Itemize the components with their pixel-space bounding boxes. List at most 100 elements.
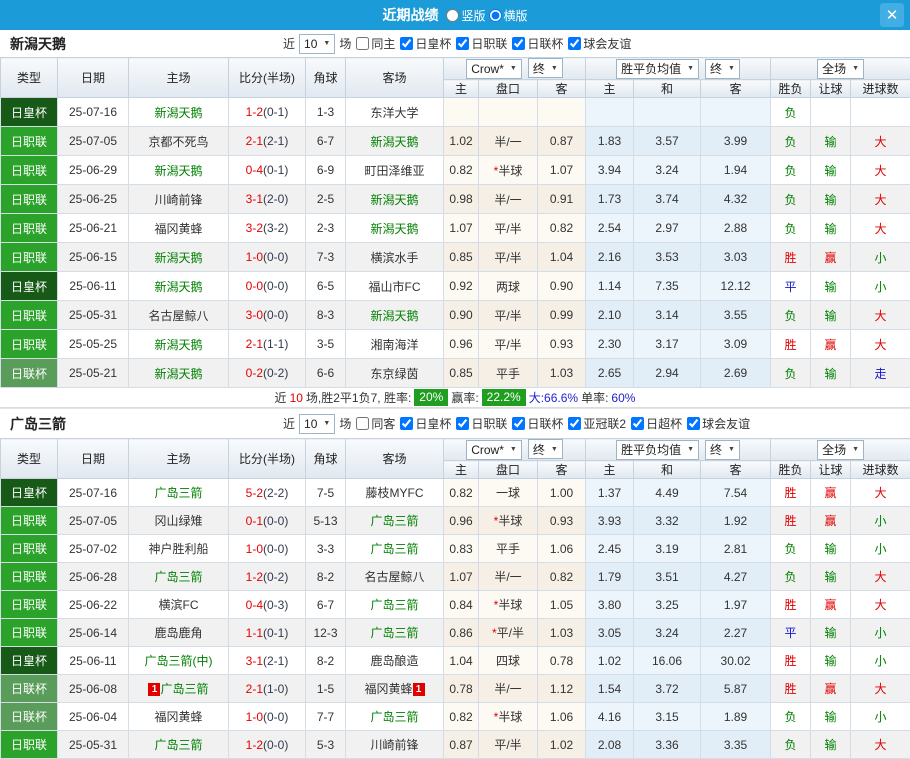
- result-wdl: 胜: [771, 243, 811, 272]
- league-filter-option[interactable]: 球会友谊: [567, 35, 631, 52]
- summary-count: 10: [290, 391, 303, 405]
- mean-home: 4.16: [586, 703, 634, 731]
- halftime-score: (0-0): [263, 250, 288, 264]
- fulltime-group: 全场: [771, 58, 910, 80]
- league-filter-option[interactable]: 日联杯: [511, 415, 563, 432]
- odds-handicap: 一球: [479, 479, 538, 507]
- fulltime-score: 1-2: [246, 105, 263, 119]
- mean-draw: 3.24: [634, 156, 701, 185]
- league-filter-option[interactable]: 球会友谊: [686, 415, 750, 432]
- league-filter-option[interactable]: 日联杯: [511, 35, 563, 52]
- league-filter-option[interactable]: 日皇杯: [399, 415, 451, 432]
- sub-odds-away: 客: [538, 461, 586, 479]
- fulltime-select[interactable]: 全场: [817, 59, 864, 79]
- league-filter-checkbox[interactable]: [631, 417, 644, 430]
- odds-away: 0.99: [538, 301, 586, 330]
- handicap-label: 平/半: [497, 626, 524, 640]
- mean-final-select[interactable]: 终: [705, 59, 740, 79]
- match-score: 0-0(0-0): [229, 272, 306, 301]
- odds-home: 0.90: [444, 301, 479, 330]
- col-corner: 角球: [306, 58, 346, 98]
- same-venue-option[interactable]: 同客: [355, 415, 395, 432]
- league-filter-checkbox[interactable]: [568, 417, 581, 430]
- home-team-label: 新潟天鹅: [154, 367, 202, 381]
- odds-away: 0.82: [538, 563, 586, 591]
- fulltime-score: 3-0: [246, 308, 263, 322]
- mean-draw: 3.72: [634, 675, 701, 703]
- mean-away: 4.27: [701, 563, 771, 591]
- away-team: 广岛三箭: [346, 619, 444, 647]
- league-filter-label: 日联杯: [527, 415, 563, 432]
- match-count-select[interactable]: 10: [299, 414, 335, 434]
- home-team-label: 川崎前锋: [154, 193, 202, 207]
- result-handicap: 赢: [811, 675, 851, 703]
- league-filter-checkbox[interactable]: [456, 417, 469, 430]
- result-wdl: 胜: [771, 647, 811, 675]
- league-filter-option[interactable]: 日职联: [455, 35, 507, 52]
- match-type-badge: 日皇杯: [1, 479, 58, 507]
- result-goals: 大: [851, 301, 910, 330]
- away-team: 东洋大学: [346, 98, 444, 127]
- league-filter-checkbox[interactable]: [512, 417, 525, 430]
- mean-odds-select[interactable]: 胜平负均值: [616, 59, 699, 79]
- home-team-label: 鹿岛鹿角: [154, 626, 202, 640]
- league-filter-option[interactable]: 日皇杯: [399, 35, 451, 52]
- odds-provider-select[interactable]: Crow*: [466, 59, 522, 79]
- league-filter-checkbox[interactable]: [400, 37, 413, 50]
- same-venue-checkbox[interactable]: [356, 37, 369, 50]
- halftime-score: (0-0): [263, 542, 288, 556]
- odds-provider-group: Crow* 终: [444, 439, 586, 461]
- mode-vertical-radio[interactable]: [446, 9, 459, 22]
- corner-score: 3-5: [306, 330, 346, 359]
- league-filter-checkbox[interactable]: [456, 37, 469, 50]
- corner-score: 12-3: [306, 619, 346, 647]
- home-team-label: 新潟天鹅: [154, 164, 202, 178]
- halftime-score: (3-2): [263, 221, 288, 235]
- odds-handicap: 半/一: [479, 127, 538, 156]
- league-filter-label: 日职联: [471, 415, 507, 432]
- match-date: 25-07-05: [58, 507, 129, 535]
- match-row: 日职联25-07-02神户胜利船1-0(0-0)3-3广岛三箭0.83平手1.0…: [1, 535, 910, 563]
- sub-result-goals: 进球数: [851, 461, 910, 479]
- mean-final-select[interactable]: 终: [705, 440, 740, 460]
- same-venue-option[interactable]: 同主: [355, 35, 395, 52]
- league-filter-option[interactable]: 亚冠联2: [567, 415, 626, 432]
- home-team: 福冈黄蜂: [129, 214, 229, 243]
- mean-odds-select[interactable]: 胜平负均值: [616, 440, 699, 460]
- result-wdl: 负: [771, 156, 811, 185]
- close-button[interactable]: ✕: [880, 3, 904, 27]
- same-venue-checkbox[interactable]: [356, 417, 369, 430]
- result-goals: 大: [851, 563, 910, 591]
- match-date: 25-06-08: [58, 675, 129, 703]
- league-filter-option[interactable]: 日超杯: [630, 415, 682, 432]
- away-team-label: 横滨水手: [370, 251, 418, 265]
- mode-vertical-option[interactable]: 竖版: [446, 7, 485, 24]
- league-filter-checkbox[interactable]: [400, 417, 413, 430]
- fulltime-select[interactable]: 全场: [817, 440, 864, 460]
- match-type-badge: 日联杯: [1, 675, 58, 703]
- col-away: 客场: [346, 58, 444, 98]
- league-filter-checkbox[interactable]: [568, 37, 581, 50]
- mean-home: 1.83: [586, 127, 634, 156]
- league-filter-label: 日皇杯: [415, 415, 451, 432]
- sub-mean-away: 客: [701, 80, 771, 98]
- mode-horizontal-radio[interactable]: [489, 9, 502, 22]
- league-filter-checkbox[interactable]: [687, 417, 700, 430]
- odds-provider-select[interactable]: Crow*: [466, 440, 522, 460]
- corner-score: 6-5: [306, 272, 346, 301]
- fulltime-score: 3-1: [246, 654, 263, 668]
- match-row: 日职联25-06-21福冈黄蜂3-2(3-2)2-3新潟天鹅1.07平/半0.8…: [1, 214, 910, 243]
- mode-horizontal-option[interactable]: 横版: [489, 7, 528, 24]
- match-type-badge: 日职联: [1, 156, 58, 185]
- mean-away: [701, 98, 771, 127]
- league-filter-option[interactable]: 日职联: [455, 415, 507, 432]
- odds-final-select[interactable]: 终: [528, 58, 563, 78]
- odds-final-select[interactable]: 终: [528, 439, 563, 459]
- match-date: 25-06-22: [58, 591, 129, 619]
- match-type-badge: 日职联: [1, 214, 58, 243]
- match-count-select[interactable]: 10: [299, 34, 335, 54]
- match-score: 1-2(0-0): [229, 731, 306, 759]
- league-filter-checkbox[interactable]: [512, 37, 525, 50]
- mean-away: 1.94: [701, 156, 771, 185]
- mean-away: 1.97: [701, 591, 771, 619]
